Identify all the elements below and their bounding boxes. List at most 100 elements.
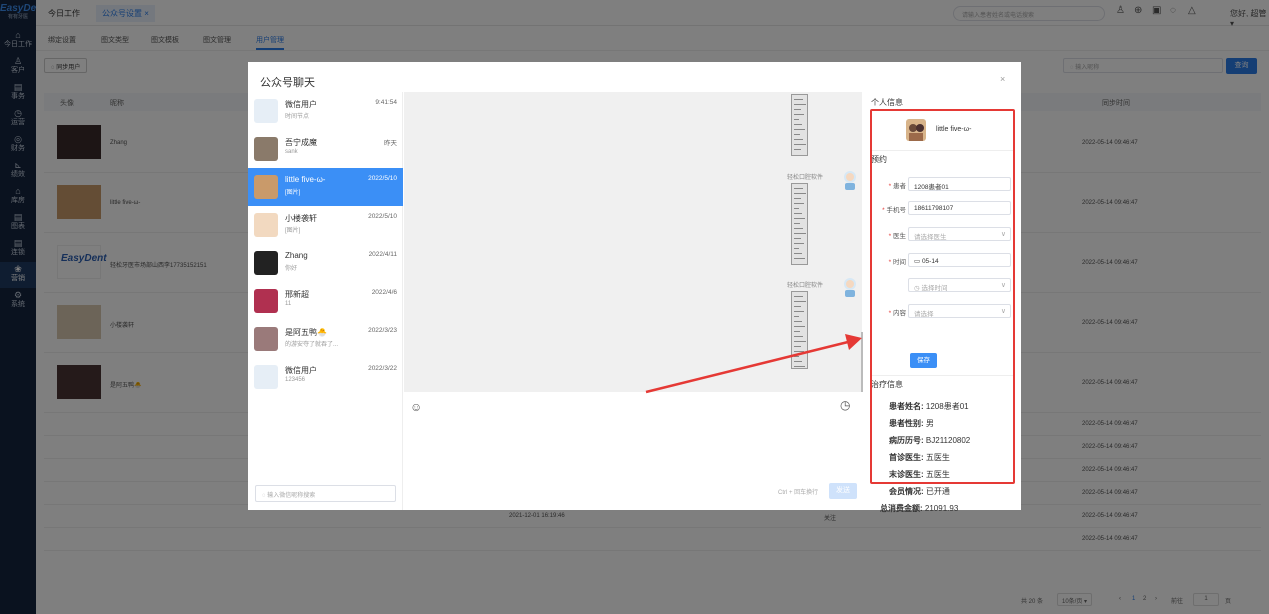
image-detail <box>794 311 804 312</box>
image-detail <box>794 139 803 140</box>
image-detail <box>794 316 799 317</box>
chat-preview: 你好 <box>285 266 298 272</box>
sender-name: 轻松口腔软件 <box>787 175 824 181</box>
avatar <box>254 175 278 199</box>
image-detail <box>794 134 800 135</box>
avatar <box>254 289 278 313</box>
treatment-label: 会员情况: <box>889 487 924 496</box>
sender-name: 轻松口腔软件 <box>787 283 824 289</box>
compose-area[interactable]: ☺ ◷ Ctrl + 回车换行 发送 <box>404 392 862 510</box>
chat-name: Zhang <box>285 251 308 260</box>
chat-item[interactable]: 小楼袭轩 [图片] 2022/5/10 <box>248 206 403 244</box>
chat-date: 2022/3/23 <box>368 327 397 334</box>
image-detail <box>794 213 802 214</box>
image-detail <box>794 228 803 229</box>
image-detail <box>794 238 801 239</box>
image-detail <box>794 321 802 322</box>
image-detail <box>794 109 801 110</box>
image-detail <box>794 351 804 352</box>
image-detail <box>794 233 806 234</box>
treatment-value: 已开通 <box>925 487 950 496</box>
avatar <box>254 99 278 123</box>
treatment-label: 总消费金额: <box>880 504 923 513</box>
chat-date: 2022/5/10 <box>368 213 397 220</box>
chat-item[interactable]: 邢新超 11 2022/4/6 <box>248 282 403 320</box>
chat-name: 小楼袭轩 <box>285 214 317 223</box>
send-button[interactable]: 发送 <box>829 483 857 499</box>
image-detail <box>794 356 799 357</box>
image-detail <box>794 218 805 219</box>
avatar <box>254 213 278 237</box>
avatar <box>254 327 278 351</box>
image-detail <box>794 331 800 332</box>
treatment-row: 总消费金额: 21091.93 <box>880 503 958 514</box>
image-detail <box>794 119 799 120</box>
treatment-value: 21091.93 <box>924 504 959 513</box>
avatar <box>254 365 278 389</box>
image-detail <box>794 104 806 105</box>
chat-date: 2022/4/11 <box>368 251 397 258</box>
image-detail <box>794 326 805 327</box>
chat-search-input[interactable]: ◌ 输入微信昵称搜索 <box>255 485 396 502</box>
message-image[interactable] <box>791 94 808 156</box>
dialog-title: 公众号聊天 <box>260 77 315 89</box>
image-detail <box>794 208 799 209</box>
chat-name: 微信用户 <box>285 366 317 375</box>
image-detail <box>794 149 801 150</box>
treatment-row: 会员情况: 已开通 <box>889 486 950 497</box>
chat-item[interactable]: little five-ω- [图片] 2022/5/10 <box>248 168 403 206</box>
image-detail <box>794 336 803 337</box>
image-detail <box>794 346 801 347</box>
chat-date: 2022/4/6 <box>371 289 397 296</box>
chat-date: 昨天 <box>384 140 397 147</box>
avatar <box>254 251 278 275</box>
sender-avatar <box>842 277 858 297</box>
image-detail <box>794 144 806 145</box>
chat-name: little five-ω- <box>285 175 326 184</box>
emoji-icon[interactable]: ☺ <box>410 400 422 414</box>
chat-item[interactable]: 吾宁成魔 sank 昨天 <box>248 130 403 168</box>
wechat-chat-dialog: 公众号聊天 × 微信用户 时间节点 9:41:54 吾宁成魔 sank 昨天 little … <box>248 62 1021 513</box>
chat-name: 吾宁成魔 <box>285 138 317 147</box>
message-image[interactable] <box>791 291 808 369</box>
avatar <box>254 137 278 161</box>
chat-item[interactable]: 微信用户 123456 2022/3/22 <box>248 358 403 396</box>
image-detail <box>794 296 803 297</box>
sender-avatar <box>842 170 858 190</box>
history-clock-icon[interactable]: ◷ <box>840 398 850 412</box>
image-detail <box>794 114 804 115</box>
chat-preview: [图片] <box>285 190 301 196</box>
highlight-box <box>870 109 1015 484</box>
chat-item[interactable]: 微信用户 时间节点 9:41:54 <box>248 92 403 130</box>
personal-info-heading: 个人信息 <box>871 98 903 107</box>
image-detail <box>794 341 806 342</box>
image-detail <box>794 198 801 199</box>
chat-date: 2022/3/22 <box>368 365 397 372</box>
image-detail <box>794 203 804 204</box>
chat-item[interactable]: 是阿五鸭🐣 的游安夺了就吞了... 2022/3/23 <box>248 320 403 358</box>
chat-preview: 时间节点 <box>285 114 310 120</box>
chat-preview: 11 <box>285 301 292 307</box>
close-icon[interactable]: × <box>1000 74 1005 84</box>
image-detail <box>794 366 805 367</box>
scrollbar[interactable] <box>861 332 863 392</box>
chat-date: 9:41:54 <box>375 99 397 106</box>
image-detail <box>794 361 802 362</box>
image-detail <box>794 223 800 224</box>
message-area: 轻松口腔软件 轻松口腔软件 <box>404 92 863 392</box>
chat-preview: [图片] <box>285 228 301 234</box>
image-detail <box>794 306 801 307</box>
chat-item[interactable]: Zhang 你好 2022/4/11 <box>248 244 403 282</box>
image-detail <box>794 301 806 302</box>
chat-preview: 123456 <box>285 377 306 383</box>
image-detail <box>794 258 805 259</box>
image-detail <box>794 253 802 254</box>
chat-name: 邢新超 <box>285 290 309 299</box>
chat-name: 是阿五鸭🐣 <box>285 328 327 337</box>
image-detail <box>794 193 806 194</box>
message-image[interactable] <box>791 183 808 265</box>
chat-list: 微信用户 时间节点 9:41:54 吾宁成魔 sank 昨天 little five-ω- [… <box>248 92 403 510</box>
image-detail <box>794 129 805 130</box>
chat-preview: 的游安夺了就吞了... <box>285 342 339 348</box>
image-detail <box>794 243 804 244</box>
